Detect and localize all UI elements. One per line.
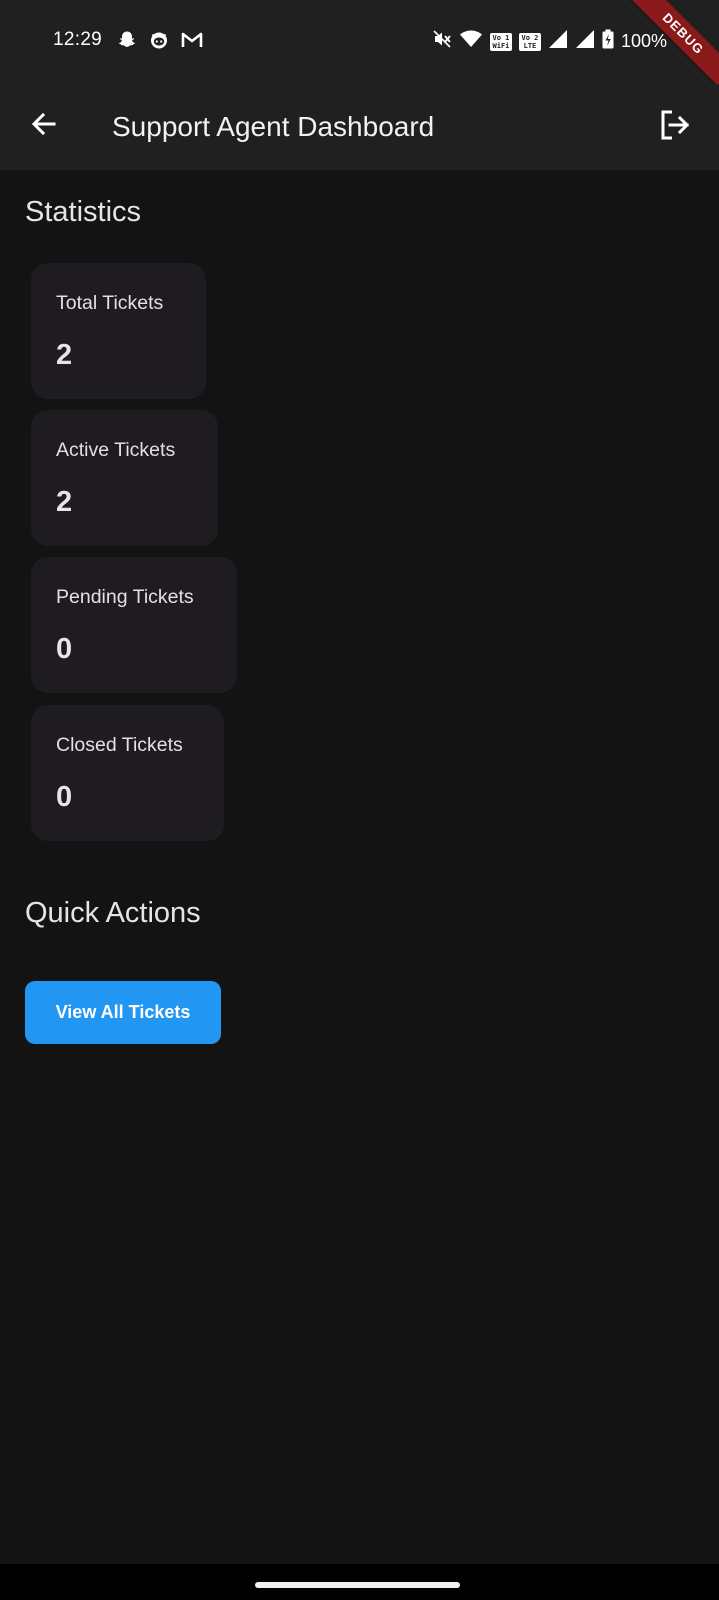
stat-card-total: Total Tickets 2: [31, 263, 206, 399]
stat-value: 0: [56, 633, 73, 665]
signal-2-icon: [575, 29, 595, 54]
vowifi-1-icon: Vo 1 WiFi: [489, 32, 512, 51]
stat-value: 2: [56, 486, 73, 518]
back-button[interactable]: [26, 108, 62, 144]
status-bar: 12:29 Vo 1 WiFi Vo 2 LTE 100% DEBUG: [0, 0, 719, 92]
battery-percent: 100%: [620, 31, 667, 51]
status-time: 12:29: [53, 29, 103, 50]
home-indicator[interactable]: [255, 1582, 460, 1588]
stat-card-pending: Pending Tickets 0: [31, 557, 237, 693]
navigation-bar: [0, 1564, 719, 1600]
signal-1-icon: [548, 29, 568, 54]
logout-icon: [657, 108, 691, 147]
stat-card-active: Active Tickets 2: [31, 410, 218, 546]
stat-label: Closed Tickets: [56, 734, 183, 756]
snapchat-icon: [117, 30, 137, 55]
stat-label: Total Tickets: [56, 292, 164, 314]
stat-value: 2: [56, 339, 73, 371]
page-title: Support Agent Dashboard: [112, 111, 435, 142]
arrow-back-icon: [30, 110, 58, 143]
quick-actions-title: Quick Actions: [25, 897, 201, 929]
volte-2-icon: Vo 2 LTE: [518, 32, 541, 51]
stat-value: 0: [56, 781, 73, 813]
gmail-icon: [181, 31, 203, 54]
stat-card-closed: Closed Tickets 0: [31, 705, 224, 841]
logout-button[interactable]: [655, 108, 693, 146]
notification-icons: [117, 30, 203, 55]
mute-icon: [432, 29, 452, 54]
stat-label: Active Tickets: [56, 439, 176, 461]
screen: 12:29 Vo 1 WiFi Vo 2 LTE 100% DEBUG Supp…: [0, 0, 719, 1600]
octocat-icon: [149, 30, 169, 55]
battery-charging-icon: [602, 29, 614, 54]
system-icons: Vo 1 WiFi Vo 2 LTE 100%: [432, 29, 667, 54]
statistics-title: Statistics: [25, 196, 142, 228]
wifi-icon: [459, 29, 483, 54]
stat-label: Pending Tickets: [56, 586, 194, 608]
view-all-tickets-button[interactable]: View All Tickets: [25, 981, 221, 1044]
app-bar: Support Agent Dashboard: [0, 84, 719, 170]
